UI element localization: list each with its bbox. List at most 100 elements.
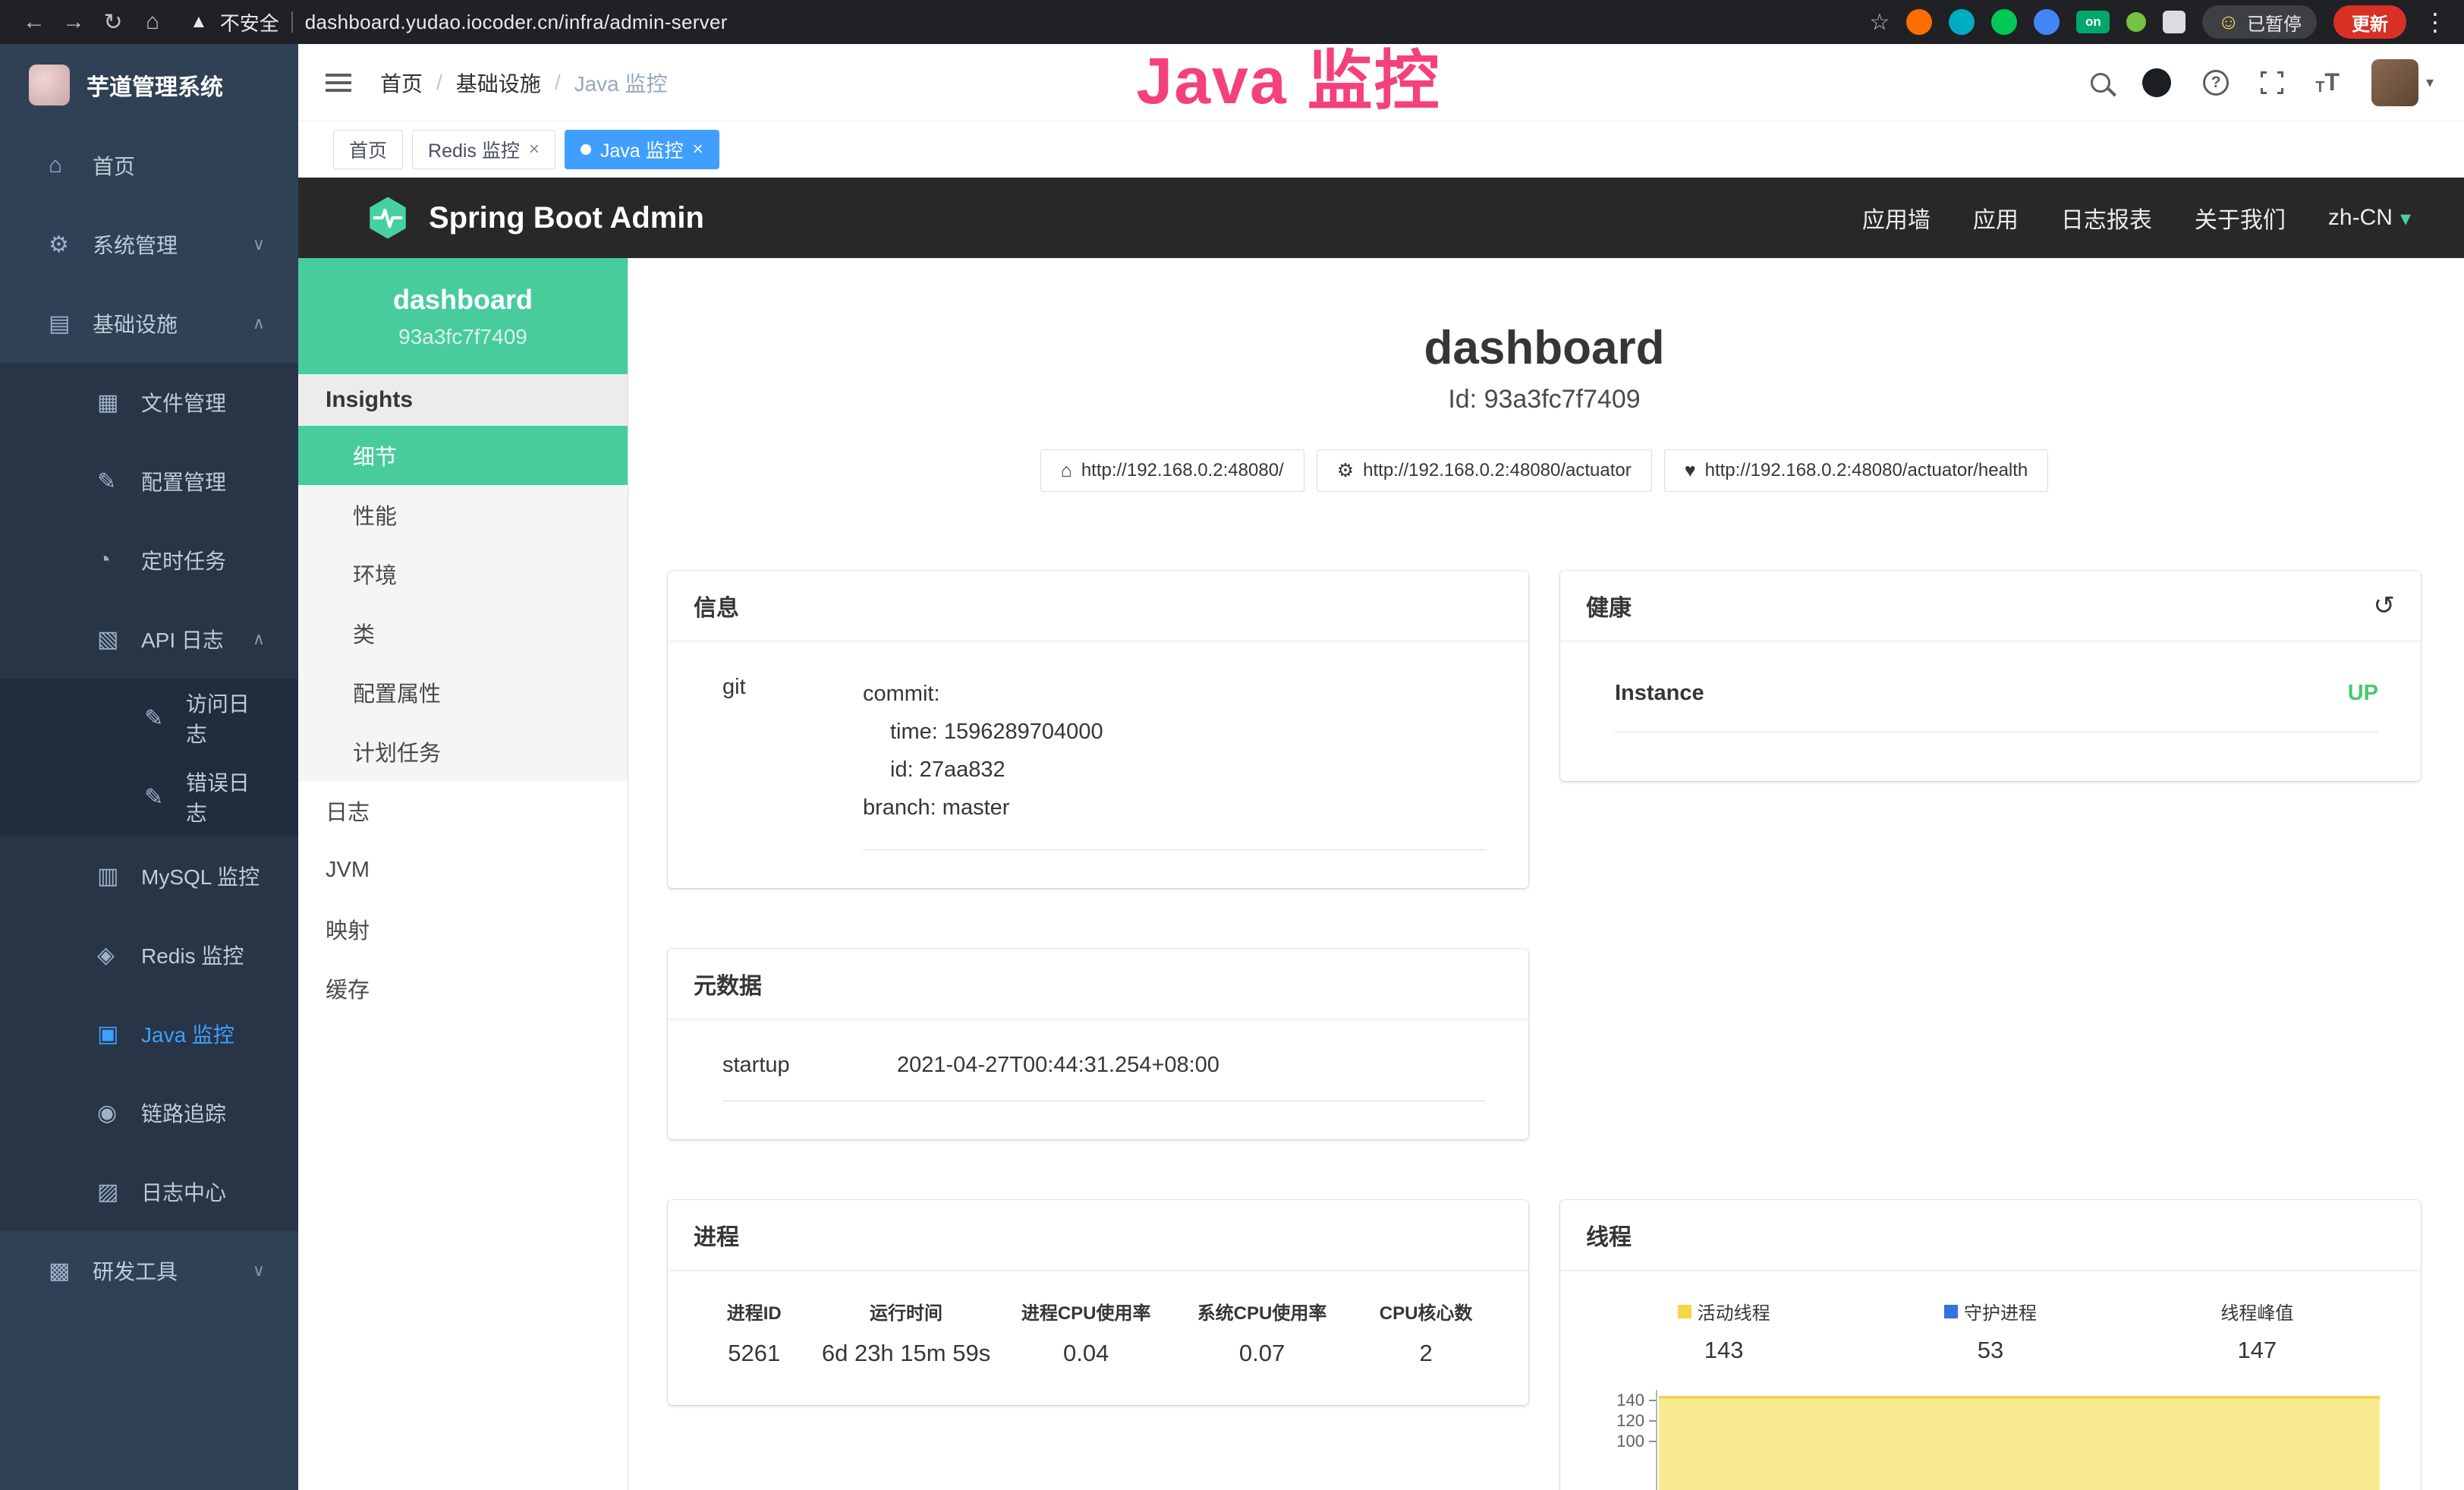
extension-fox-icon[interactable]: [1906, 9, 1932, 35]
sba-item-scheduled-tasks[interactable]: 计划任务: [298, 722, 628, 781]
extension-drop-icon[interactable]: [1949, 9, 1975, 35]
update-button[interactable]: 更新: [2333, 5, 2406, 39]
edit-icon: ✎: [97, 468, 131, 495]
chevron-up-icon: ∧: [253, 629, 265, 649]
sba-item-mappings[interactable]: 映射: [298, 899, 628, 959]
sidebar-item-devtools[interactable]: ▩ 研发工具 ∨: [0, 1231, 298, 1310]
sba-sidebar: dashboard 93a3fc7f7409 Insights 细节 性能 环境…: [298, 258, 628, 1490]
actuator-url-link[interactable]: ⚙ http://192.168.0.2:48080/actuator: [1317, 449, 1652, 492]
sidebar-label: API 日志: [141, 624, 224, 654]
chevron-down-icon: ∨: [253, 235, 265, 254]
sba-nav-applications[interactable]: 应用: [1973, 201, 2019, 235]
close-icon[interactable]: ×: [693, 139, 703, 160]
sba-nav-about[interactable]: 关于我们: [2195, 201, 2286, 235]
sidebar-item-home[interactable]: ⌂ 首页: [0, 126, 298, 205]
back-icon[interactable]: ←: [17, 9, 52, 35]
legend-label: 活动线程: [1698, 1298, 1770, 1325]
sidebar-item-errorlog[interactable]: ✎ 错误日志: [0, 758, 298, 836]
sba-body: dashboard 93a3fc7f7409 Insights 细节 性能 环境…: [298, 258, 2464, 1490]
sidebar-item-trace[interactable]: ◉ 链路追踪: [0, 1073, 298, 1152]
card-title: 信息: [694, 589, 739, 622]
sidebar-item-redis[interactable]: ◈ Redis 监控: [0, 915, 298, 994]
address-bar[interactable]: ▲ 不安全 dashboard.yudao.iocoder.cn/infra/a…: [190, 8, 1865, 36]
reload-icon[interactable]: ↻: [96, 9, 131, 36]
sba-item-environment[interactable]: 环境: [298, 544, 628, 603]
sidebar-item-java[interactable]: ▣ Java 监控: [0, 994, 298, 1073]
history-icon[interactable]: ↺: [2374, 591, 2396, 621]
health-url-link[interactable]: ♥ http://192.168.0.2:48080/actuator/heal…: [1664, 449, 2049, 492]
forward-icon[interactable]: →: [56, 9, 91, 35]
url-text[interactable]: dashboard.yudao.iocoder.cn/infra/admin-s…: [305, 11, 728, 34]
font-size-icon[interactable]: TT: [2315, 68, 2340, 96]
link-text: http://192.168.0.2:48080/actuator/health: [1705, 460, 2028, 481]
user-menu[interactable]: ▾: [2371, 59, 2434, 106]
avatar[interactable]: [2371, 59, 2418, 106]
metadata-card: 元数据 startup 2021-04-27T00:44:31.254+08:0…: [668, 949, 1528, 1139]
sidebar-item-apilog[interactable]: ▧ API 日志 ∧: [0, 600, 298, 679]
sidebar-item-job[interactable]: ◔ 定时任务: [0, 521, 298, 600]
sba-language-select[interactable]: zh-CN ▾: [2328, 205, 2411, 231]
extension-green-icon[interactable]: [1991, 9, 2017, 35]
bookmark-star-icon[interactable]: ☆: [1870, 9, 1890, 36]
extension-on-badge[interactable]: on: [2076, 11, 2110, 33]
sba-nav-journal[interactable]: 日志报表: [2061, 201, 2152, 235]
sidebar-item-accesslog[interactable]: ✎ 访问日志: [0, 679, 298, 758]
annotation-text: Java 监控: [1136, 27, 1440, 122]
chart-plot-area: [1656, 1390, 2390, 1490]
link-text: http://192.168.0.2:48080/: [1081, 460, 1284, 481]
app-logo[interactable]: 芋道管理系统: [0, 44, 298, 126]
main-column: 首页 / 基础设施 / Java 监控 ? TT ▾ 首页: [298, 44, 2464, 1490]
sidebar-label: 系统管理: [93, 229, 178, 260]
sba-item-logs[interactable]: 日志: [298, 781, 628, 840]
sba-item-caches[interactable]: 缓存: [298, 959, 628, 1018]
paused-pill[interactable]: ☺ 已暂停: [2202, 5, 2317, 39]
instance-links: ⌂ http://192.168.0.2:48080/ ⚙ http://192…: [668, 449, 2421, 492]
extensions-puzzle-icon[interactable]: [2163, 11, 2186, 33]
breadcrumb-home[interactable]: 首页: [380, 68, 423, 98]
sidebar-item-config[interactable]: ✎ 配置管理: [0, 442, 298, 521]
sidebar-item-logcenter[interactable]: ▨ 日志中心: [0, 1152, 298, 1231]
health-row[interactable]: Instance UP: [1615, 681, 2378, 732]
instance-header[interactable]: dashboard 93a3fc7f7409: [298, 258, 628, 374]
metadata-key: startup: [722, 1053, 897, 1078]
sba-item-details[interactable]: 细节: [298, 426, 628, 485]
header-icons: ? TT ▾: [2091, 59, 2434, 106]
sidebar-label: 基础设施: [93, 308, 178, 339]
extension-leaf-icon[interactable]: [2126, 12, 2146, 32]
sba-item-config-props[interactable]: 配置属性: [298, 663, 628, 722]
wrench-icon: ⚙: [1337, 459, 1354, 482]
y-tick-label: 140: [1616, 1391, 1644, 1410]
home-icon[interactable]: ⌂: [135, 9, 170, 35]
service-url-link[interactable]: ⌂ http://192.168.0.2:48080/: [1040, 449, 1304, 492]
threads-card-header: 线程: [1560, 1200, 2421, 1271]
browser-menu-dots-icon[interactable]: ⋮: [2423, 8, 2447, 36]
search-icon[interactable]: [2091, 73, 2110, 93]
help-icon[interactable]: ?: [2203, 70, 2229, 96]
process-table: 进程ID 运行时间 进程CPU使用率 系统CPU使用率 CPU核心数 5261 …: [698, 1298, 1498, 1367]
sba-brand-title[interactable]: Spring Boot Admin: [429, 201, 704, 235]
tab-redis[interactable]: Redis 监控 ×: [412, 130, 555, 169]
sidebar-item-mysql[interactable]: ▥ MySQL 监控: [0, 836, 298, 915]
sba-item-classes[interactable]: 类: [298, 603, 628, 663]
card-title: 元数据: [694, 967, 762, 1000]
collapse-sidebar-icon[interactable]: [326, 68, 359, 98]
logo-avatar: [29, 65, 70, 106]
github-icon[interactable]: [2142, 68, 2171, 97]
tab-java[interactable]: Java 监控 ×: [565, 130, 719, 169]
sidebar-item-infra[interactable]: ▤ 基础设施 ∧: [0, 284, 298, 363]
sidebar-item-system[interactable]: ⚙ 系统管理 ∨: [0, 205, 298, 284]
chart-y-axis: 140 120 100: [1591, 1390, 1656, 1490]
tab-home[interactable]: 首页: [333, 130, 403, 169]
extension-blocks-icon[interactable]: [2034, 9, 2060, 35]
close-icon[interactable]: ×: [529, 139, 540, 160]
breadcrumb-infra[interactable]: 基础设施: [456, 68, 541, 98]
sidebar-item-file[interactable]: ▦ 文件管理: [0, 363, 298, 442]
app-frame: 芋道管理系统 ⌂ 首页 ⚙ 系统管理 ∨ ▤ 基础设施 ∧ ▦ 文件管理 ✎ 配…: [0, 44, 2464, 1490]
sba-item-jvm[interactable]: JVM: [298, 840, 628, 899]
chevron-down-icon: ∨: [253, 1261, 265, 1281]
fullscreen-icon[interactable]: [2261, 71, 2283, 94]
info-line: commit:: [863, 675, 1486, 713]
sba-nav-wallboard[interactable]: 应用墙: [1862, 201, 1931, 235]
sba-item-performance[interactable]: 性能: [298, 485, 628, 544]
threads-legend: 活动线程 143 守护进程 53: [1591, 1298, 2390, 1364]
